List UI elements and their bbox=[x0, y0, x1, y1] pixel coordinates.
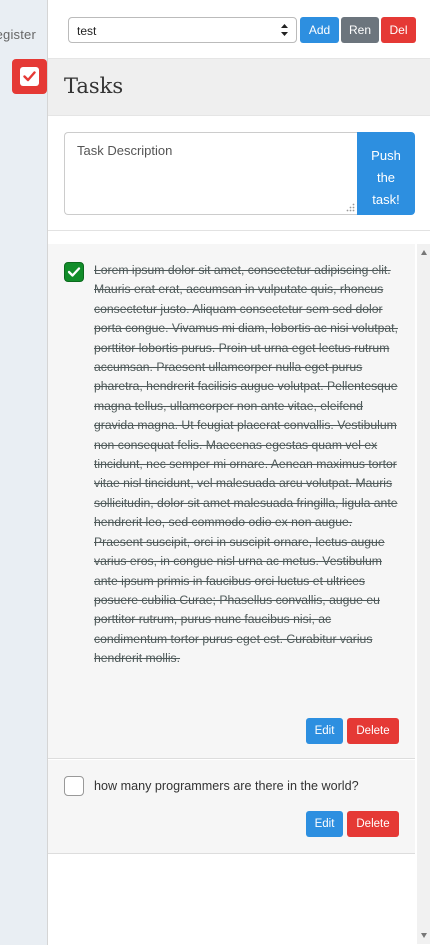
checkmark-icon bbox=[67, 267, 81, 277]
task-text: how many programmers are there in the wo… bbox=[94, 779, 359, 793]
task-checkbox[interactable] bbox=[64, 776, 84, 796]
scroll-down-icon[interactable] bbox=[421, 933, 427, 938]
list-select-value: test bbox=[77, 24, 97, 38]
resize-grip-icon[interactable] bbox=[346, 203, 355, 212]
rename-list-button[interactable]: Ren bbox=[341, 17, 379, 43]
task-text: Lorem ipsum dolor sit amet, consectetur … bbox=[94, 263, 398, 666]
list-toolbar: test Add Ren Del bbox=[48, 0, 430, 58]
scrollbar[interactable] bbox=[417, 244, 430, 944]
scroll-up-icon[interactable] bbox=[421, 250, 427, 255]
divider bbox=[48, 230, 430, 231]
task-panel: test Add Ren Del Tasks Push the task! Lo bbox=[47, 0, 430, 945]
push-task-button[interactable]: Push the task! bbox=[357, 132, 415, 215]
delete-task-button[interactable]: Delete bbox=[347, 718, 399, 744]
task-list: Lorem ipsum dolor sit amet, consectetur … bbox=[48, 244, 417, 944]
delete-task-button[interactable]: Delete bbox=[347, 811, 399, 837]
edit-task-button[interactable]: Edit bbox=[306, 811, 343, 837]
task-item: how many programmers are there in the wo… bbox=[48, 760, 415, 854]
edit-task-button[interactable]: Edit bbox=[306, 718, 343, 744]
push-label-line-1: Push bbox=[371, 147, 401, 163]
list-select[interactable]: test bbox=[68, 17, 297, 43]
app-logo-icon bbox=[12, 59, 47, 94]
add-list-button[interactable]: Add bbox=[300, 17, 339, 43]
register-link[interactable]: Register bbox=[0, 27, 36, 42]
push-label-line-2: the bbox=[376, 169, 396, 185]
select-arrows-icon bbox=[281, 24, 288, 36]
task-compose: Push the task! bbox=[64, 132, 415, 215]
push-label-line-3: task! bbox=[372, 191, 400, 207]
checkbox-icon bbox=[20, 67, 39, 86]
task-checkbox[interactable] bbox=[64, 262, 84, 282]
task-item: Lorem ipsum dolor sit amet, consectetur … bbox=[48, 244, 415, 759]
task-description-input[interactable] bbox=[64, 132, 357, 215]
delete-list-button[interactable]: Del bbox=[381, 17, 416, 43]
title-bar: Tasks bbox=[48, 58, 430, 116]
page-title: Tasks bbox=[64, 74, 124, 98]
